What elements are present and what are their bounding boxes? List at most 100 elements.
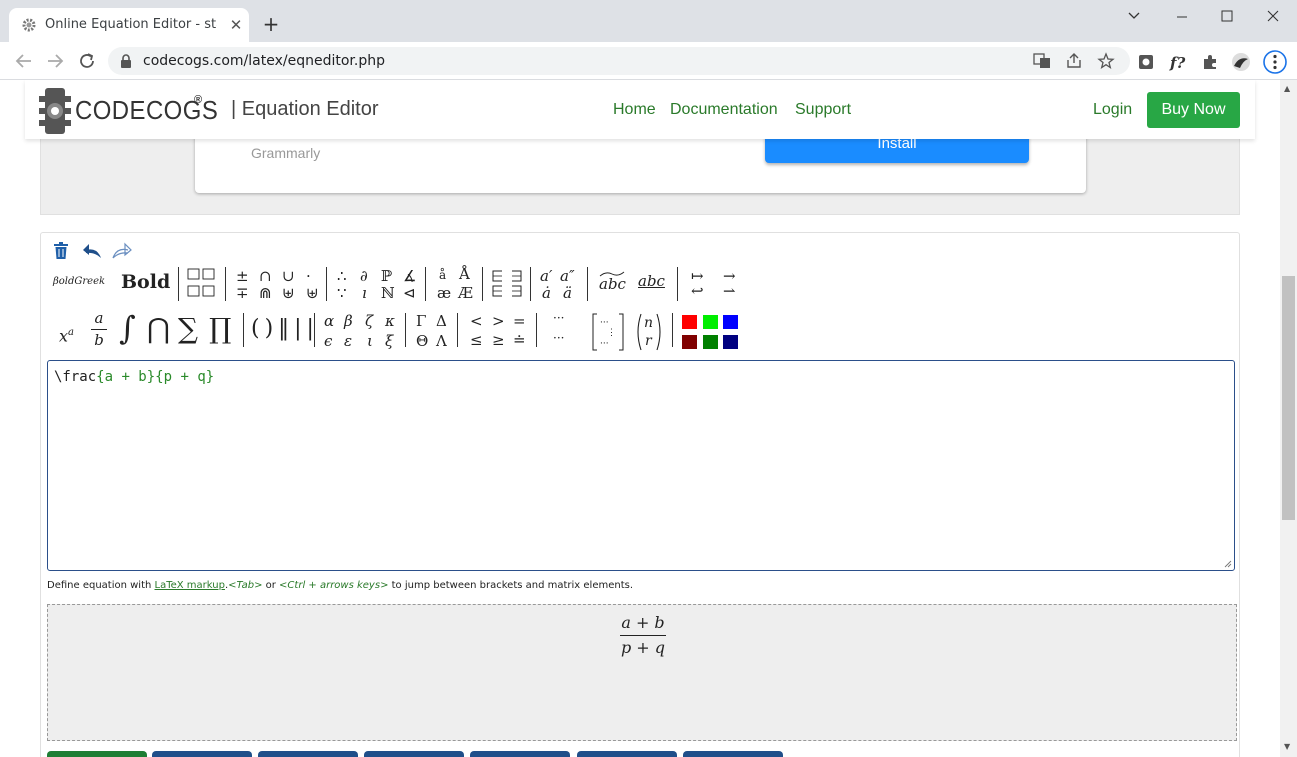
color-swatch-maroon[interactable] [682,335,697,349]
color-swatch-blue[interactable] [723,315,738,329]
scroll-up-arrow-icon[interactable]: ▲ [1284,84,1290,93]
integral-button[interactable]: ∫ [119,312,136,344]
less-than-symbol[interactable]: < [470,314,483,329]
forward-arrow-icon[interactable] [43,49,67,73]
extension-square-icon[interactable] [1136,52,1156,72]
action-button[interactable] [258,751,358,757]
varepsilon-symbol[interactable]: ε [344,334,352,349]
nav-support[interactable]: Support [795,101,851,119]
buy-now-button[interactable]: Buy Now [1147,92,1240,128]
redo-icon[interactable] [111,242,133,260]
zeta-symbol[interactable]: ζ [365,314,373,329]
action-button[interactable] [152,751,252,757]
action-button-green[interactable] [47,751,147,757]
trash-icon[interactable] [53,242,69,260]
lock-icon[interactable] [120,54,132,68]
xi-symbol[interactable]: ξ [385,334,393,349]
nav-documentation[interactable]: Documentation [670,101,778,119]
cup-symbol[interactable]: ∪ [282,269,295,284]
bold-button[interactable]: Bold [121,273,170,292]
brackets-button[interactable]: ( ) ‖ | | [251,318,314,340]
underline-abc-button[interactable]: abc [638,274,665,289]
dot-accent-symbol[interactable]: ȧ [542,286,551,301]
reload-icon[interactable] [75,49,99,73]
right-harpoon-symbol[interactable]: ⇀ [723,284,736,299]
minimize-icon[interactable] [1164,4,1200,28]
undo-icon[interactable] [81,242,103,260]
epsilon-symbol[interactable]: ϵ [324,334,332,349]
browser-tab[interactable]: Online Equation Editor - standa ✕ [9,8,249,42]
uplus-symbol[interactable]: ⊎ [306,286,319,301]
color-swatch-green[interactable] [703,315,718,329]
double-prime-symbol[interactable]: a″ [560,269,575,284]
doteq-symbol[interactable]: ≐ [513,333,526,348]
tab-search-icon[interactable] [1116,4,1152,28]
bracket-boxes-icon[interactable] [491,269,523,299]
new-tab-button[interactable]: + [261,14,281,34]
beta-symbol[interactable]: β [344,314,353,329]
blackboard-n-symbol[interactable]: ℕ [381,286,395,301]
capital-delta-symbol[interactable]: Δ [436,314,447,329]
share-icon[interactable] [1065,52,1083,70]
ldots-symbol[interactable]: ··· [553,332,564,344]
measured-angle-symbol[interactable]: ∡ [403,269,416,284]
plus-minus-symbol[interactable]: ± [236,269,249,284]
therefore-symbol[interactable]: ∴ [337,269,347,284]
superscript-button[interactable]: xa [59,328,74,344]
ae-symbol[interactable]: æ [437,286,451,301]
translate-icon[interactable] [1033,52,1051,70]
login-link[interactable]: Login [1093,101,1132,119]
cdot-symbol[interactable]: · [306,269,311,284]
codecogs-gear-logo-icon[interactable] [39,86,71,136]
action-button[interactable] [470,751,570,757]
tab-close-button[interactable]: ✕ [227,16,245,34]
because-symbol[interactable]: ∵ [337,286,347,301]
equals-symbol[interactable]: = [513,314,526,329]
leq-symbol[interactable]: ≤ [470,333,483,348]
capital-ae-symbol[interactable]: Æ [458,286,473,301]
color-swatch-navy[interactable] [723,335,738,349]
profile-avatar-icon[interactable] [1231,52,1251,72]
binomial-button[interactable]: n r [635,313,663,351]
double-cup-symbol[interactable]: ⊎ [282,286,295,301]
fraction-button[interactable]: a b [91,311,107,348]
greater-than-symbol[interactable]: > [492,314,505,329]
capital-theta-symbol[interactable]: Θ [416,334,428,349]
triangleleft-symbol[interactable]: ⊲ [403,286,416,301]
prime-symbol[interactable]: a′ [540,269,552,284]
partial-symbol[interactable]: ∂ [360,269,368,284]
double-cap-symbol[interactable]: ⋒ [259,286,272,301]
minus-plus-symbol[interactable]: ∓ [236,286,249,301]
blackboard-p-symbol[interactable]: ℙ [381,269,392,284]
resize-grip-icon[interactable] [1224,560,1232,568]
color-swatch-dark-green[interactable] [703,335,718,349]
iota-symbol[interactable]: ι [367,334,373,349]
capital-a-ring-symbol[interactable]: Å [459,267,470,282]
puzzle-extensions-icon[interactable] [1200,52,1220,72]
action-button[interactable] [577,751,677,757]
nav-home[interactable]: Home [613,101,656,119]
latex-markup-link[interactable]: LaTeX markup [155,580,225,591]
product-button[interactable]: ∏ [209,315,231,343]
geq-symbol[interactable]: ≥ [492,333,505,348]
scroll-down-arrow-icon[interactable]: ▼ [1284,742,1290,751]
action-button[interactable] [364,751,464,757]
close-window-icon[interactable] [1255,4,1291,28]
maximize-icon[interactable] [1209,4,1245,28]
left-hook-arrow-symbol[interactable]: ↩ [691,284,704,299]
back-arrow-icon[interactable] [12,49,36,73]
sum-button[interactable]: ∑ [178,315,198,343]
capital-lambda-symbol[interactable]: Λ [436,334,447,349]
formula-f-icon[interactable]: f? [1168,52,1188,72]
latex-input[interactable]: \frac{a + b}{p + q} [47,360,1235,571]
boxes-layout-icon[interactable] [187,268,217,298]
action-button[interactable] [683,751,783,757]
widetilde-abc-button[interactable]: abc [599,271,626,292]
scroll-thumb[interactable] [1282,276,1295,520]
alpha-symbol[interactable]: α [324,314,334,329]
bigcap-button[interactable]: ⋂ [147,315,170,343]
menu-kebab-icon[interactable] [1263,50,1287,74]
cdots-symbol[interactable]: ··· [553,312,564,324]
a-ring-symbol[interactable]: å [439,269,446,281]
bookmark-star-icon[interactable] [1097,52,1115,70]
